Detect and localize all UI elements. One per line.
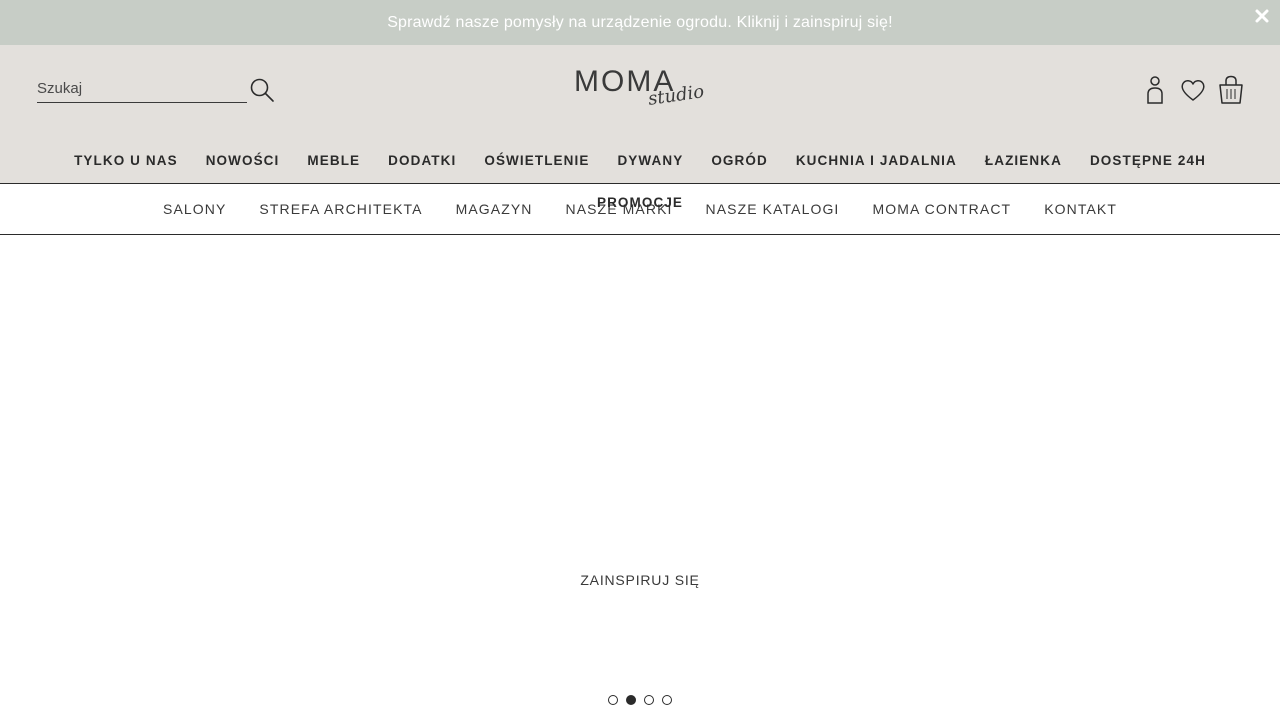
heart-icon[interactable] xyxy=(1180,75,1206,105)
search-bar xyxy=(37,75,277,105)
slider-dot-2[interactable] xyxy=(626,695,636,705)
search-input[interactable] xyxy=(37,75,247,103)
logo[interactable]: MOMA studio xyxy=(572,65,705,111)
slider-dot-3[interactable] xyxy=(644,695,654,705)
header-icons xyxy=(1142,75,1244,105)
nav-item-lazienka[interactable]: ŁAZIENKA xyxy=(971,153,1076,168)
nav-item-dostepne-24h[interactable]: DOSTĘPNE 24H xyxy=(1076,153,1220,168)
main-nav: TYLKO U NAS NOWOŚCI MEBLE DODATKI OŚWIET… xyxy=(0,148,1280,172)
promo-banner[interactable]: Sprawdź nasze pomysły na urządzenie ogro… xyxy=(0,0,1280,45)
nav-item-tylko-u-nas[interactable]: TYLKO U NAS xyxy=(60,153,192,168)
hero-cta-link[interactable]: ZAINSPIRUJ SIĘ xyxy=(0,572,1280,588)
nav-item-meble[interactable]: MEBLE xyxy=(293,153,374,168)
nav-item-oswietlenie[interactable]: OŚWIETLENIE xyxy=(470,153,603,168)
hero-slider: ZAINSPIRUJ SIĘ xyxy=(0,235,1280,720)
slider-dot-1[interactable] xyxy=(608,695,618,705)
user-icon[interactable] xyxy=(1142,75,1168,105)
slider-dots xyxy=(0,695,1280,705)
slider-dot-4[interactable] xyxy=(662,695,672,705)
site-header: MOMA studio TYLKO U NAS NOWOŚCI MEBLE DO xyxy=(0,45,1280,183)
nav-item-dodatki[interactable]: DODATKI xyxy=(374,153,470,168)
nav-item-kuchnia-i-jadalnia[interactable]: KUCHNIA I JADALNIA xyxy=(782,153,971,168)
nav-item-dywany[interactable]: DYWANY xyxy=(603,153,697,168)
shopping-bag-icon[interactable] xyxy=(1218,75,1244,105)
nav-item-nowosci[interactable]: NOWOŚCI xyxy=(192,153,294,168)
promo-banner-text[interactable]: Sprawdź nasze pomysły na urządzenie ogro… xyxy=(387,14,893,32)
nav-item-promocje[interactable]: PROMOCJE xyxy=(0,195,1280,210)
search-icon[interactable] xyxy=(249,77,275,103)
nav-item-ogrod[interactable]: OGRÓD xyxy=(697,153,782,168)
close-icon[interactable] xyxy=(1254,8,1270,24)
nav-item-promocje-label[interactable]: PROMOCJE xyxy=(597,195,683,210)
